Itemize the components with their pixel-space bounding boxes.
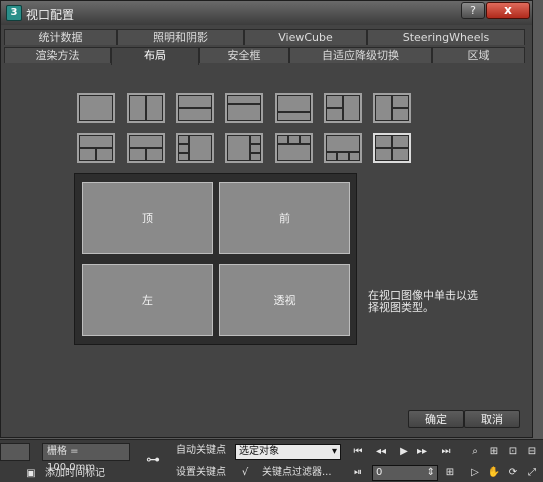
layout-four-left-icon[interactable] <box>77 133 115 163</box>
tab-steeringwheels[interactable]: SteeringWheels <box>367 29 525 45</box>
frame-value: 0 <box>376 467 383 478</box>
layout-three-bottom-icon[interactable] <box>275 93 313 123</box>
viewport-top[interactable]: 顶 <box>82 182 213 254</box>
chevron-down-icon: ▾ <box>331 446 337 457</box>
layout-four-side-icon[interactable] <box>176 133 214 163</box>
play-icon[interactable]: ▶ <box>395 444 413 460</box>
cancel-button[interactable]: 取消 <box>464 410 520 428</box>
key-icon[interactable]: ⊶ <box>140 452 166 468</box>
viewport-perspective[interactable]: 透视 <box>219 264 350 336</box>
tab-safe-frame[interactable]: 安全框 <box>199 47 289 63</box>
zoom-all-icon[interactable]: ⊞ <box>485 444 503 460</box>
maximize-viewport-icon[interactable]: ⤢ <box>523 465 541 481</box>
field-of-view-icon[interactable]: ▷ <box>466 465 484 481</box>
zoom-extents-all-icon[interactable]: ⊟ <box>523 444 541 460</box>
set-key-button[interactable]: 设置关键点 <box>176 465 226 481</box>
auto-key-button[interactable]: 自动关键点 <box>176 443 226 459</box>
tangent-icon[interactable]: √ <box>236 465 254 481</box>
layout-four-top-icon[interactable] <box>127 133 165 163</box>
tab-regions[interactable]: 区域 <box>432 47 525 63</box>
layout-four-bottom-icon[interactable] <box>275 133 313 163</box>
close-button[interactable]: x <box>486 2 530 19</box>
layout-three-top-icon[interactable] <box>225 93 263 123</box>
layout-three-left-icon[interactable] <box>324 93 362 123</box>
tab-render-method[interactable]: 渲染方法 <box>4 47 111 63</box>
hint-text: 在视口图像中单击以选择视图类型。 <box>368 289 478 314</box>
title-bar[interactable]: 3 视口配置 ? x <box>1 1 532 25</box>
key-mode-icon[interactable]: ⏯ <box>349 465 367 481</box>
ok-button[interactable]: 确定 <box>408 410 464 428</box>
tab-viewcube[interactable]: ViewCube <box>244 29 367 45</box>
add-time-tag-label[interactable]: 添加时间标记 <box>45 466 105 482</box>
layout-quad-icon[interactable] <box>373 133 411 163</box>
layout-three-right-icon[interactable] <box>373 93 411 123</box>
app-icon: 3 <box>6 5 22 21</box>
tab-row-bottom: 渲染方法 布局 安全框 自适应降级切换 区域 <box>4 47 525 65</box>
grid-size-field: 栅格 = 100.0mm <box>42 443 130 473</box>
next-frame-icon[interactable]: ▸▸ <box>413 444 431 460</box>
spinner-arrows-icon: ⇕ <box>426 467 435 478</box>
layout-preview: 顶 前 左 透视 <box>74 173 357 345</box>
zoom-icon[interactable]: ⌕ <box>466 444 484 460</box>
viewport-config-dialog: 3 视口配置 ? x 统计数据 照明和阴影 ViewCube SteeringW… <box>0 0 533 438</box>
layout-two-horizontal-icon[interactable] <box>176 93 214 123</box>
time-tag-icon[interactable]: ▣ <box>22 466 40 482</box>
coord-field[interactable] <box>0 443 30 461</box>
zoom-extents-icon[interactable]: ⊡ <box>504 444 522 460</box>
layout-four-main-icon[interactable] <box>324 133 362 163</box>
orbit-icon[interactable]: ⟳ <box>504 465 522 481</box>
status-strip: 栅格 = 100.0mm ▣ 添加时间标记 ⊶ 自动关键点 选定对象 ▾ 设置关… <box>0 439 543 482</box>
window-title: 视口配置 <box>26 8 75 22</box>
layout-single-icon[interactable] <box>77 93 115 123</box>
viewport-front[interactable]: 前 <box>219 182 350 254</box>
tab-statistics[interactable]: 统计数据 <box>4 29 117 45</box>
frame-spinner[interactable]: 0 ⇕ <box>372 465 438 481</box>
layout-four-right-icon[interactable] <box>225 133 263 163</box>
tab-row-top: 统计数据 照明和阴影 ViewCube SteeringWheels <box>4 29 525 46</box>
selection-set-value: 选定对象 <box>239 446 279 457</box>
prev-frame-icon[interactable]: ◂◂ <box>372 444 390 460</box>
selection-set-dropdown[interactable]: 选定对象 ▾ <box>235 444 341 460</box>
help-button[interactable]: ? <box>461 2 485 19</box>
tab-lighting-shadows[interactable]: 照明和阴影 <box>117 29 244 45</box>
time-config-icon[interactable]: ⊞ <box>441 465 459 481</box>
tab-adaptive-degradation[interactable]: 自适应降级切换 <box>289 47 432 63</box>
layout-two-vertical-icon[interactable] <box>127 93 165 123</box>
tab-layout[interactable]: 布局 <box>111 47 199 65</box>
viewport-left[interactable]: 左 <box>82 264 213 336</box>
key-filters-button[interactable]: 关键点过滤器... <box>262 465 332 481</box>
pan-hand-icon[interactable]: ✋ <box>485 465 503 481</box>
goto-end-icon[interactable]: ⏭ <box>437 444 455 460</box>
goto-start-icon[interactable]: ⏮ <box>349 444 367 460</box>
